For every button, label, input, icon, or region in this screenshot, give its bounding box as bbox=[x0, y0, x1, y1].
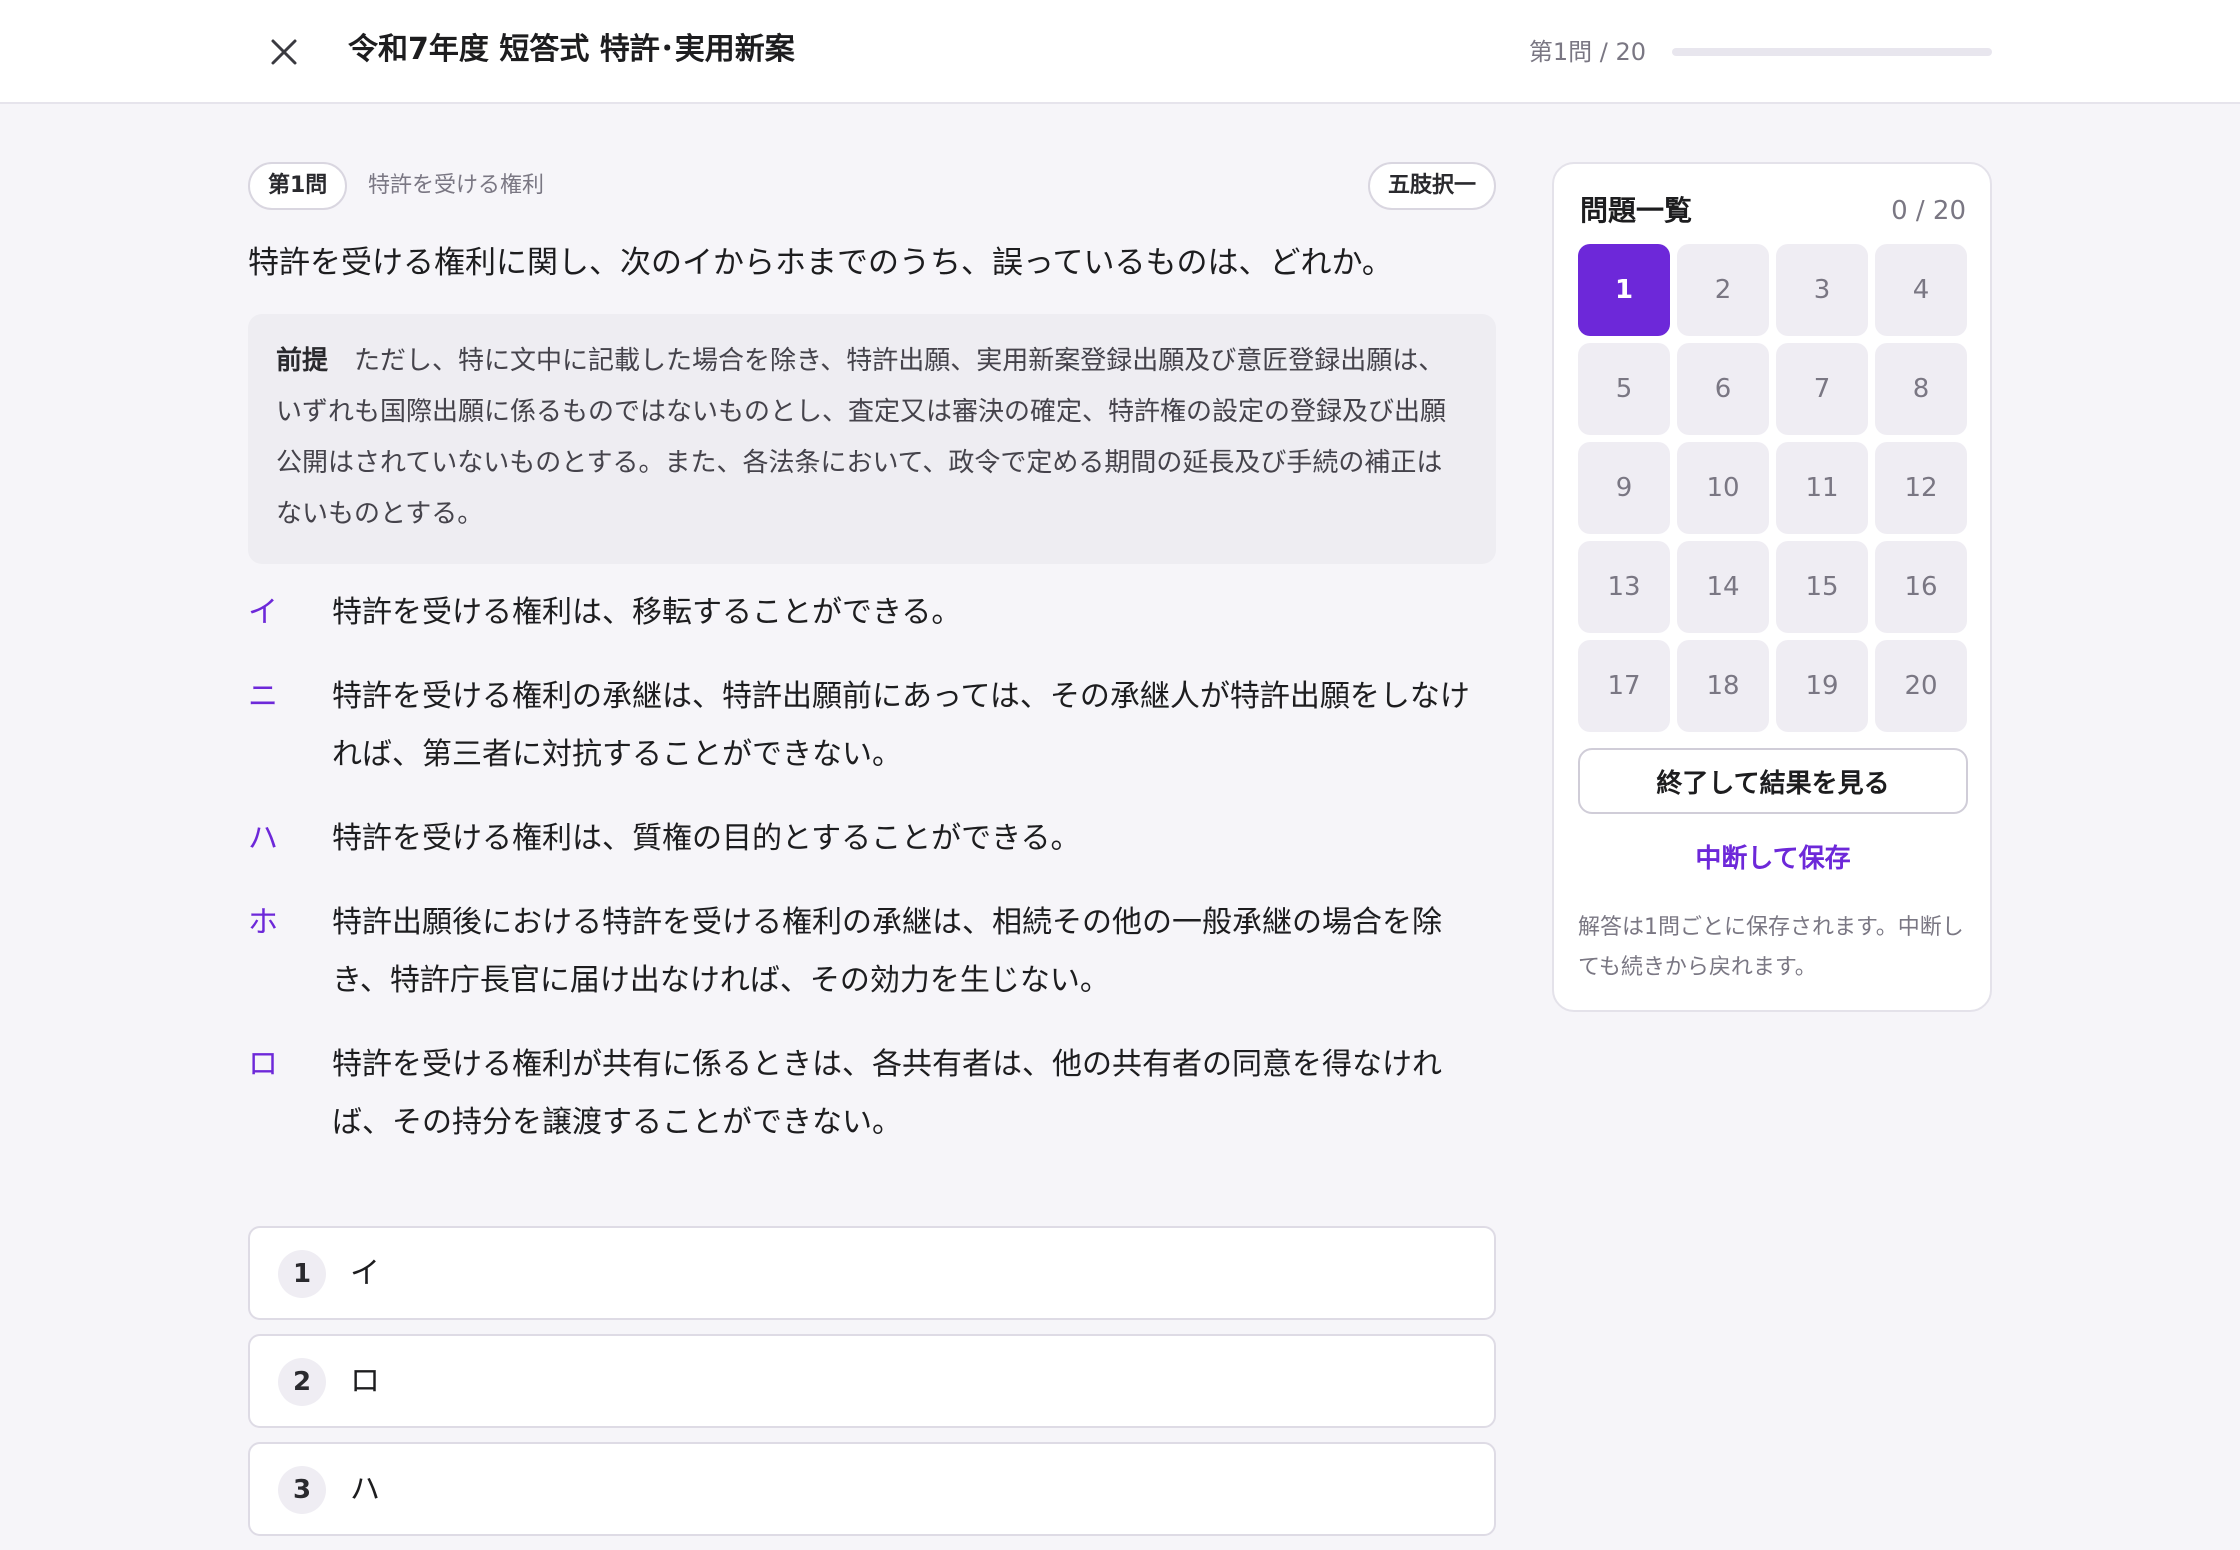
close-icon bbox=[271, 39, 297, 65]
statement-item: ハ 特許を受ける権利は、質権の目的とすることができる。 bbox=[248, 810, 1496, 868]
premise-text: ただし、特に文中に記載した場合を除き、特許出願、実用新案登録出願及び意匠登録出願… bbox=[276, 346, 1447, 529]
question-grid: 1 2 3 4 5 6 7 8 9 10 11 12 13 14 15 16 17 18 19 20 bbox=[1578, 244, 1967, 732]
progress-label: 第1問 / 20 bbox=[1528, 38, 1646, 66]
answer-choice-2[interactable]: 2 ロ bbox=[248, 1334, 1496, 1428]
statement-list: イ 特許を受ける権利は、移転することができる。 ニ 特許を受ける権利の承継は、特… bbox=[248, 584, 1496, 1152]
exam-title: 令和7年度 短答式 特許･実用新案 bbox=[348, 32, 795, 67]
choice-label: イ bbox=[350, 1256, 380, 1291]
question-nav-4[interactable]: 4 bbox=[1875, 244, 1967, 336]
question-nav-7[interactable]: 7 bbox=[1776, 343, 1868, 435]
choice-number: 2 bbox=[278, 1358, 326, 1406]
question-number-badge: 第1問 bbox=[248, 162, 348, 210]
finish-button[interactable]: 終了して結果を見る bbox=[1578, 748, 1968, 814]
question-nav-3[interactable]: 3 bbox=[1776, 244, 1868, 336]
question-nav-17[interactable]: 17 bbox=[1578, 640, 1670, 732]
question-nav-12[interactable]: 12 bbox=[1875, 442, 1967, 534]
statement-letter: ホ bbox=[248, 905, 278, 940]
question-category: 特許を受ける権利 bbox=[368, 173, 545, 198]
choice-number: 3 bbox=[278, 1466, 326, 1514]
statement-letter: ハ bbox=[248, 821, 278, 856]
question-nav-10[interactable]: 10 bbox=[1677, 442, 1769, 534]
top-bar: 令和7年度 短答式 特許･実用新案 第1問 / 20 bbox=[0, 0, 2240, 104]
statement-item: イ 特許を受ける権利は、移転することができる。 bbox=[248, 584, 1496, 642]
question-nav-15[interactable]: 15 bbox=[1776, 541, 1868, 633]
question-nav-9[interactable]: 9 bbox=[1578, 442, 1670, 534]
suspend-save-button[interactable]: 中断して保存 bbox=[1578, 838, 1968, 880]
statement-letter: イ bbox=[248, 595, 278, 630]
answer-choice-1[interactable]: 1 イ bbox=[248, 1226, 1496, 1320]
statement-text: 特許出願後における特許を受ける権利の承継は、相続その他の一般承継の場合を除き、特… bbox=[332, 905, 1442, 998]
question-nav-8[interactable]: 8 bbox=[1875, 343, 1967, 435]
question-nav-14[interactable]: 14 bbox=[1677, 541, 1769, 633]
answer-choice-3[interactable]: 3 ハ bbox=[248, 1442, 1496, 1536]
question-nav-13[interactable]: 13 bbox=[1578, 541, 1670, 633]
question-nav-6[interactable]: 6 bbox=[1677, 343, 1769, 435]
question-text: 特許を受ける権利に関し、次のイからホまでのうち、誤っているものは、どれか。 bbox=[248, 245, 1393, 281]
statement-text: 特許を受ける権利は、質権の目的とすることができる。 bbox=[332, 821, 1081, 856]
statement-letter: ロ bbox=[248, 1047, 278, 1082]
progress-bar bbox=[1672, 48, 1992, 56]
question-meta: 第1問 特許を受ける権利 五肢択一 bbox=[248, 162, 1496, 210]
question-list-panel: 問題一覧 0 / 20 1 2 3 4 5 6 7 8 9 10 11 12 13 14 15 16 17 18 1… bbox=[1552, 162, 1992, 1012]
statement-item: ニ 特許を受ける権利の承継は、特許出願前にあっては、その承継人が特許出願をしなけ… bbox=[248, 668, 1496, 784]
question-nav-16[interactable]: 16 bbox=[1875, 541, 1967, 633]
statement-item: ロ 特許を受ける権利が共有に係るときは、各共有者は、他の共有者の同意を得なければ… bbox=[248, 1036, 1496, 1152]
statement-text: 特許を受ける権利は、移転することができる。 bbox=[332, 595, 962, 630]
question-nav-18[interactable]: 18 bbox=[1677, 640, 1769, 732]
question-nav-19[interactable]: 19 bbox=[1776, 640, 1868, 732]
premise-box: 前提 ただし、特に文中に記載した場合を除き、特許出願、実用新案登録出願及び意匠登録… bbox=[248, 314, 1496, 564]
save-note: 解答は1問ごとに保存されます。中断しても続きから戻れます。 bbox=[1578, 915, 1964, 980]
choice-label: ハ bbox=[350, 1472, 380, 1507]
choice-label: ロ bbox=[350, 1364, 380, 1399]
choice-number: 1 bbox=[278, 1250, 326, 1298]
answer-choices: 1 イ 2 ロ 3 ハ bbox=[248, 1226, 1496, 1550]
answered-count: 0 / 20 bbox=[1891, 196, 1966, 226]
statement-letter: ニ bbox=[248, 679, 278, 714]
statement-item: ホ 特許出願後における特許を受ける権利の承継は、相続その他の一般承継の場合を除き… bbox=[248, 894, 1496, 1010]
question-nav-2[interactable]: 2 bbox=[1677, 244, 1769, 336]
question-nav-5[interactable]: 5 bbox=[1578, 343, 1670, 435]
question-area: 第1問 特許を受ける権利 五肢択一 特許を受ける権利に関し、次のイからホまでのう… bbox=[248, 162, 1496, 1178]
panel-title: 問題一覧 bbox=[1580, 194, 1693, 227]
question-format-badge: 五肢択一 bbox=[1367, 162, 1496, 210]
premise-label: 前提 bbox=[276, 346, 329, 376]
close-button[interactable] bbox=[258, 30, 310, 74]
question-nav-1[interactable]: 1 bbox=[1578, 244, 1670, 336]
statement-text: 特許を受ける権利の承継は、特許出願前にあっては、その承継人が特許出願をしなければ… bbox=[332, 679, 1470, 772]
question-nav-11[interactable]: 11 bbox=[1776, 442, 1868, 534]
question-nav-20[interactable]: 20 bbox=[1875, 640, 1967, 732]
statement-text: 特許を受ける権利が共有に係るときは、各共有者は、他の共有者の同意を得なければ、そ… bbox=[332, 1047, 1442, 1140]
